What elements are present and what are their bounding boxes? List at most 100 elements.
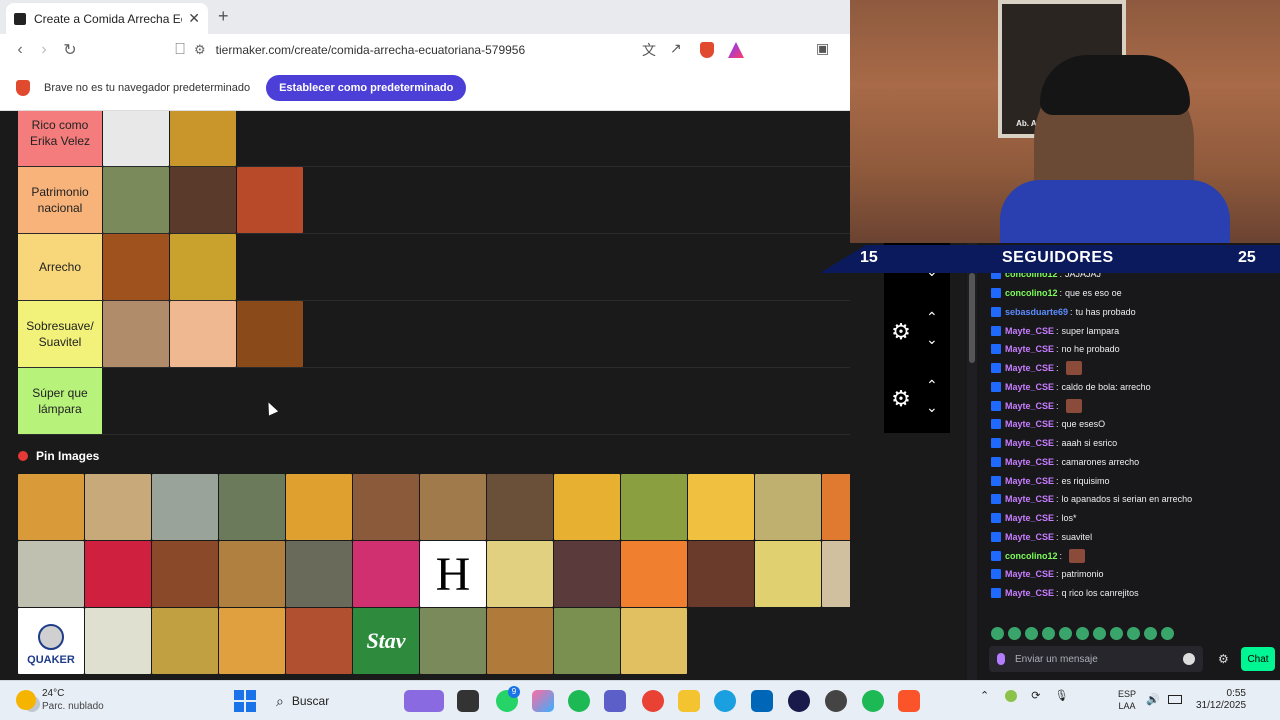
tray-app-icon[interactable]	[1005, 689, 1018, 702]
chat-username[interactable]: Mayte_CSE	[1005, 457, 1054, 467]
spotify-icon-2[interactable]	[862, 690, 884, 712]
forward-icon[interactable]: ›	[32, 38, 56, 62]
chat-username[interactable]: Mayte_CSE	[1005, 401, 1054, 411]
food-image[interactable]	[822, 474, 850, 540]
browser-tab[interactable]: Create a Comida Arrecha Ecuatori ✕	[6, 3, 208, 34]
task-view-icon[interactable]	[457, 690, 479, 712]
move-down-icon[interactable]: ⌄	[926, 331, 938, 348]
food-image[interactable]	[103, 234, 169, 300]
food-image[interactable]	[170, 301, 236, 367]
teams-icon[interactable]	[604, 690, 626, 712]
move-down-icon[interactable]: ⌄	[926, 399, 938, 416]
food-image[interactable]	[755, 541, 821, 607]
chat-input[interactable]: Enviar un mensaje	[989, 646, 1203, 672]
battery-icon[interactable]	[1168, 695, 1182, 704]
food-image[interactable]	[487, 608, 553, 674]
food-image[interactable]	[420, 608, 486, 674]
obs-icon[interactable]	[788, 690, 810, 712]
volume-icon[interactable]: 🔊	[1146, 693, 1160, 706]
set-default-button[interactable]: Establecer como predeterminado	[266, 75, 467, 101]
food-image[interactable]	[170, 111, 236, 166]
chat-username[interactable]: Mayte_CSE	[1005, 382, 1054, 392]
food-image[interactable]	[170, 167, 236, 233]
chrome-icon[interactable]	[642, 690, 664, 712]
food-image[interactable]	[152, 541, 218, 607]
chat-username[interactable]: Mayte_CSE	[1005, 588, 1054, 598]
food-image[interactable]	[103, 167, 169, 233]
emote-icon[interactable]	[1144, 627, 1157, 640]
tier-label[interactable]: Arrecho	[18, 234, 102, 300]
emote-bar[interactable]	[991, 627, 1174, 641]
food-image[interactable]	[18, 541, 84, 607]
food-image[interactable]	[621, 541, 687, 607]
chat-scrollbar-thumb[interactable]	[969, 273, 975, 363]
chat-username[interactable]: Mayte_CSE	[1005, 326, 1054, 336]
food-image[interactable]	[286, 541, 352, 607]
emoji-picker-icon[interactable]	[1183, 653, 1195, 665]
new-tab-icon[interactable]: +	[218, 6, 229, 27]
food-image[interactable]	[554, 474, 620, 540]
food-image[interactable]	[286, 474, 352, 540]
chat-username[interactable]: Mayte_CSE	[1005, 532, 1054, 542]
food-image[interactable]	[170, 234, 236, 300]
reload-icon[interactable]: ↻	[58, 38, 82, 62]
emote-icon[interactable]	[1093, 627, 1106, 640]
food-image[interactable]	[621, 474, 687, 540]
chat-username[interactable]: Mayte_CSE	[1005, 438, 1054, 448]
site-settings-icon[interactable]: ⚙	[194, 42, 206, 58]
food-image[interactable]	[103, 301, 169, 367]
start-button[interactable]	[234, 690, 256, 712]
food-image[interactable]	[688, 474, 754, 540]
show-hidden-icons-icon[interactable]: ⌃	[980, 689, 989, 702]
widgets-icon[interactable]	[404, 690, 444, 712]
food-image[interactable]	[420, 474, 486, 540]
food-image[interactable]	[85, 608, 151, 674]
tier-label[interactable]: Sobresuave/ Suavitel	[18, 301, 102, 367]
chat-username[interactable]: Mayte_CSE	[1005, 419, 1054, 429]
emote-icon[interactable]	[1076, 627, 1089, 640]
food-image[interactable]	[103, 111, 169, 166]
quaker-logo-image[interactable]: QUAKER	[18, 608, 84, 674]
chat-settings-gear-icon[interactable]: ⚙	[1218, 652, 1229, 666]
chat-username[interactable]: concolino12	[1005, 288, 1058, 298]
brave-taskbar-icon[interactable]	[898, 690, 920, 712]
food-image[interactable]	[85, 541, 151, 607]
system-tray[interactable]: ⌃ ⟳ 🎙	[980, 689, 1068, 702]
food-image[interactable]	[85, 474, 151, 540]
food-image[interactable]	[219, 474, 285, 540]
sync-icon[interactable]: ⟳	[1031, 689, 1040, 702]
food-image[interactable]	[353, 541, 419, 607]
tier-label[interactable]: Súper que lámpara	[18, 368, 102, 434]
chat-username[interactable]: Mayte_CSE	[1005, 569, 1054, 579]
tier-settings-gear-icon[interactable]: ⚙	[889, 320, 913, 344]
clock[interactable]: 0:55 31/12/2025	[1196, 688, 1246, 712]
bookmark-icon[interactable]: ⎕	[168, 38, 192, 62]
chat-username[interactable]: sebasduarte69	[1005, 307, 1068, 317]
move-up-icon[interactable]: ⌃	[926, 377, 938, 394]
food-image[interactable]	[554, 608, 620, 674]
spotify-icon[interactable]	[568, 690, 590, 712]
emote-icon[interactable]	[1042, 627, 1055, 640]
stav-logo-image[interactable]: Stav	[353, 608, 419, 674]
chat-scrollbar[interactable]	[967, 243, 977, 680]
language-indicator[interactable]: ESP LAA	[1118, 688, 1136, 712]
chat-username[interactable]: Mayte_CSE	[1005, 476, 1054, 486]
chat-send-button[interactable]: Chat	[1241, 647, 1275, 671]
food-image[interactable]	[219, 541, 285, 607]
chat-username[interactable]: Mayte_CSE	[1005, 363, 1054, 373]
app-icon[interactable]	[825, 690, 847, 712]
emote-icon[interactable]	[1059, 627, 1072, 640]
weather-widget[interactable]: 24°C Parc. nublado	[16, 687, 104, 713]
emote-icon[interactable]	[1161, 627, 1174, 640]
chat-username[interactable]: Mayte_CSE	[1005, 344, 1054, 354]
emote-icon[interactable]	[1127, 627, 1140, 640]
move-up-icon[interactable]: ⌃	[926, 309, 938, 326]
store-icon[interactable]	[751, 690, 773, 712]
brave-shields-icon[interactable]	[700, 42, 714, 58]
food-image[interactable]	[487, 474, 553, 540]
emote-icon[interactable]	[1025, 627, 1038, 640]
food-image[interactable]	[822, 541, 850, 607]
food-image[interactable]	[487, 541, 553, 607]
food-image[interactable]	[554, 541, 620, 607]
food-image[interactable]	[152, 608, 218, 674]
